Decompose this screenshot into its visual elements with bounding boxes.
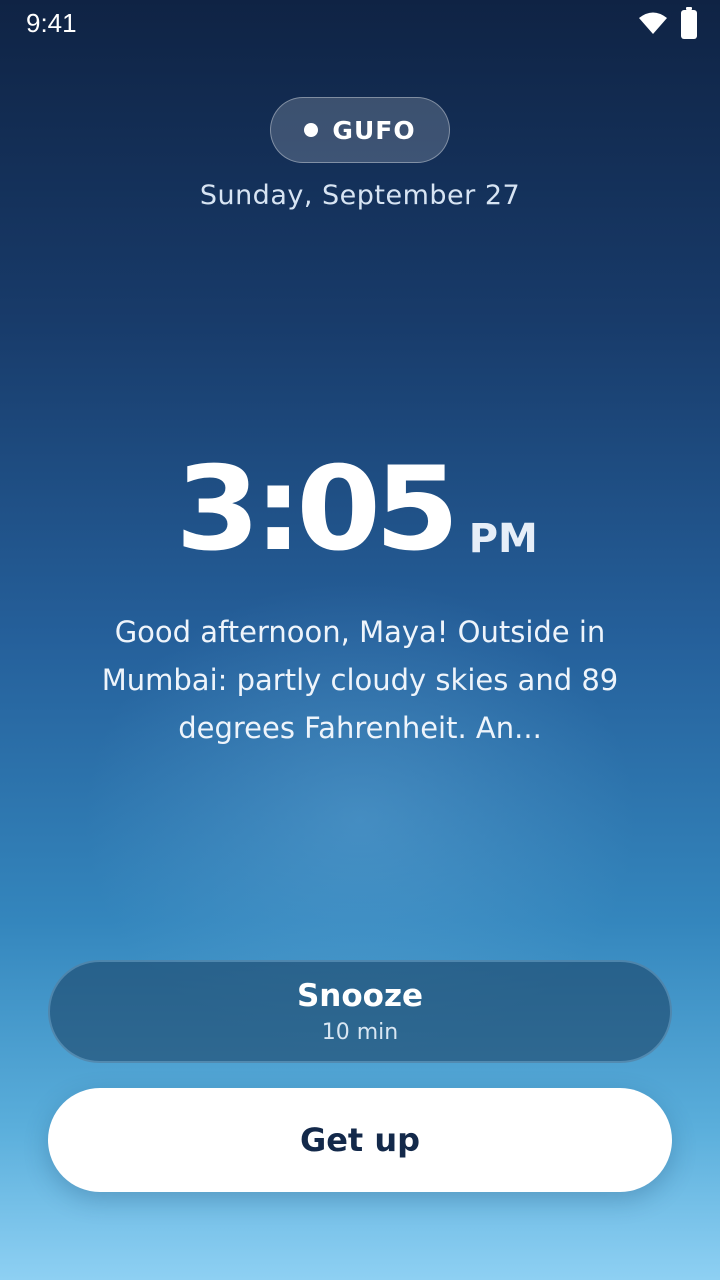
status-time: 9:41 (26, 8, 77, 38)
greeting-message: Good afternoon, Maya! Outside in Mumbai:… (101, 615, 619, 745)
alarm-label-badge: GUFO (270, 97, 450, 163)
battery-icon (681, 7, 697, 39)
snooze-duration: 10 min (321, 1020, 399, 1045)
badge-label: GUFO (332, 115, 416, 145)
snooze-label: Snooze (296, 978, 424, 1014)
clock-display: 3:05 PM (0, 440, 720, 570)
get-up-label: Get up (299, 1121, 421, 1159)
clock-ampm: PM (468, 516, 538, 562)
status-dot-icon (304, 123, 319, 137)
get-up-button[interactable]: Get up (48, 1088, 672, 1192)
snooze-button[interactable]: Snooze 10 min (48, 960, 672, 1063)
wifi-icon (638, 10, 668, 40)
date-label: Sunday, September 27 (199, 180, 521, 211)
status-bar: 9:41 (0, 0, 720, 48)
clock-time: 3:05 (175, 442, 460, 577)
